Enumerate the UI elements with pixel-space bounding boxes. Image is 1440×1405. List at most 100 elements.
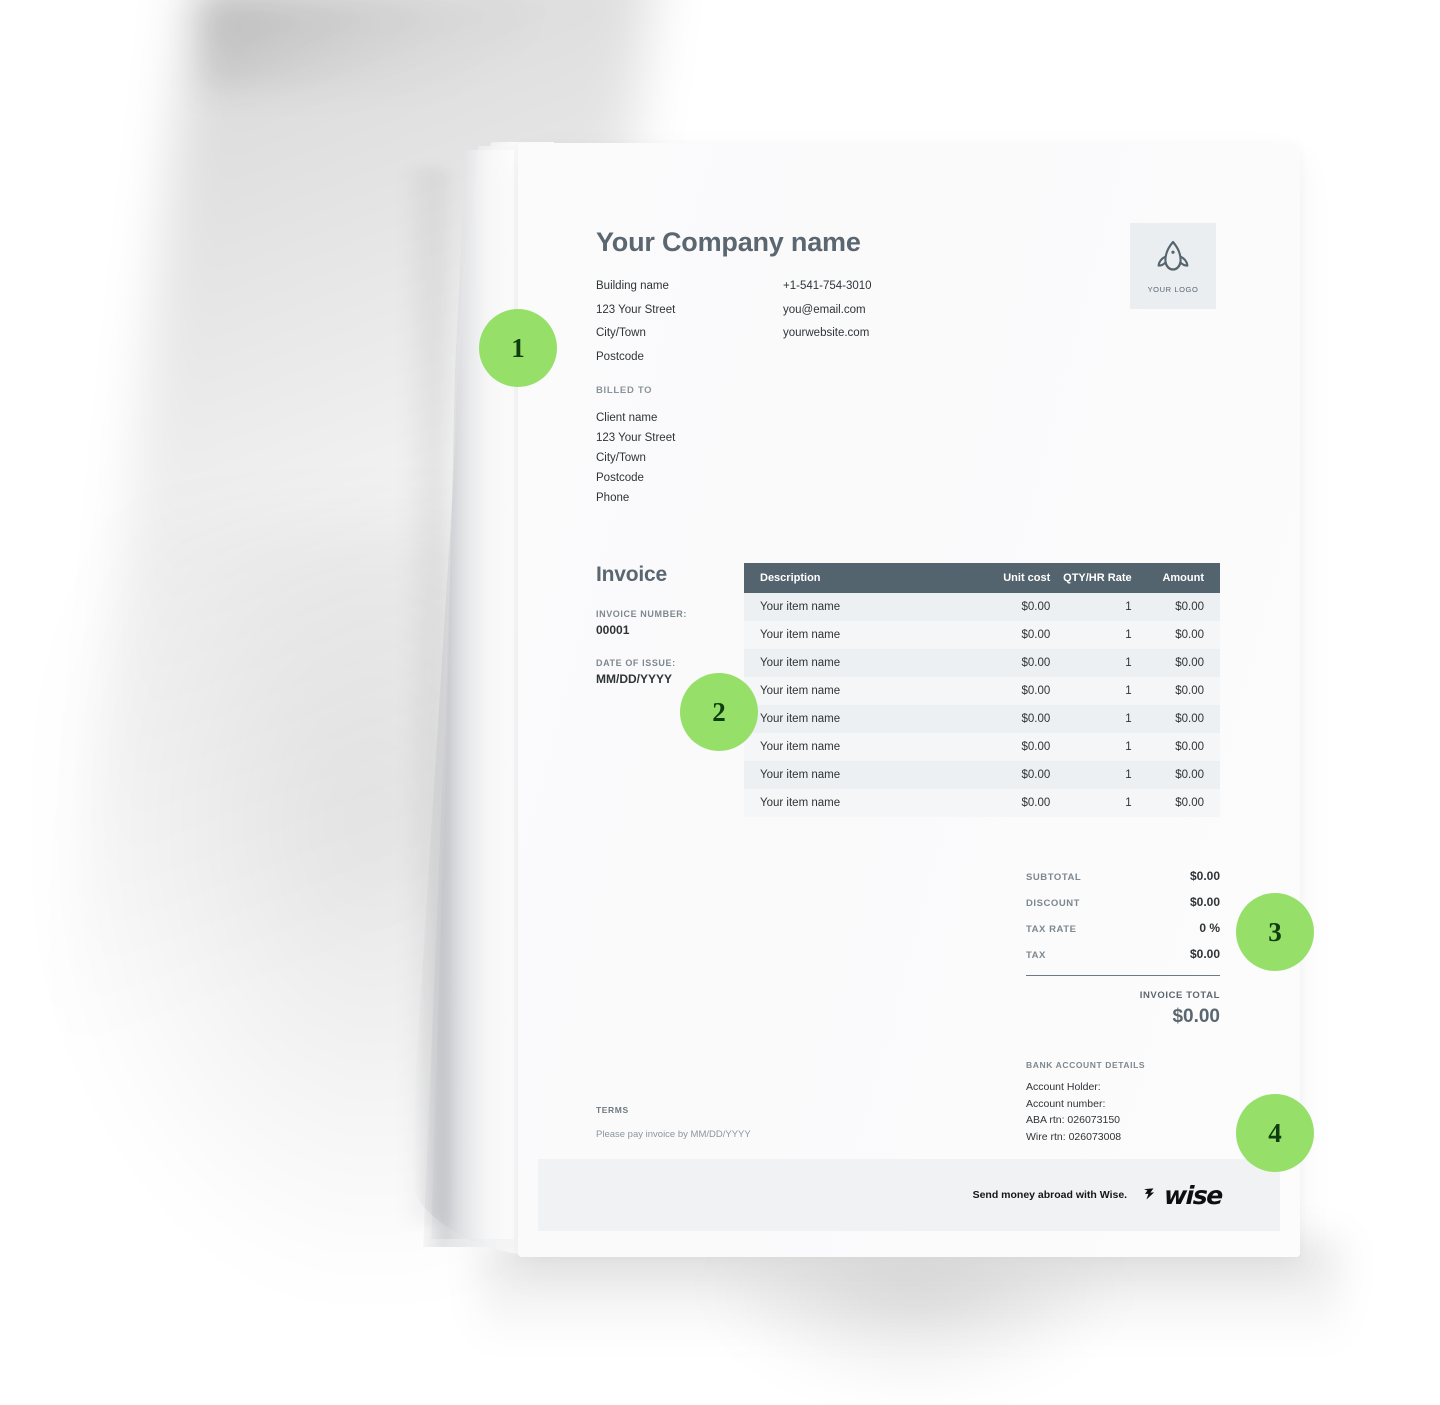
billed-to-label: BILLED TO bbox=[596, 385, 653, 396]
invoice-number-block: INVOICE NUMBER: 00001 bbox=[596, 609, 687, 637]
cell-amount: $0.00 bbox=[1175, 601, 1204, 613]
company-address-line: Postcode bbox=[596, 350, 644, 363]
callout-marker-2[interactable]: 2 bbox=[680, 673, 758, 751]
date-of-issue-value: MM/DD/YYYY bbox=[596, 672, 673, 686]
discount-value: $0.00 bbox=[1189, 895, 1220, 909]
callout-marker-4[interactable]: 4 bbox=[1236, 1094, 1314, 1172]
table-header-row: Description Unit cost QTY/HR Rate Amount bbox=[744, 563, 1220, 593]
cell-amount: $0.00 bbox=[1175, 769, 1204, 781]
rocket-icon bbox=[1154, 239, 1192, 279]
client-phone: Phone bbox=[596, 492, 630, 504]
company-name: Your Company name bbox=[596, 227, 861, 257]
client-city: City/Town bbox=[596, 452, 646, 464]
company-contact-column: +1-541-754-3010 you@email.com yourwebsit… bbox=[783, 275, 872, 346]
tax-rate-label: TAX RATE bbox=[1026, 924, 1077, 935]
cell-amount: $0.00 bbox=[1175, 657, 1204, 669]
wise-wordmark: wise bbox=[1163, 1180, 1223, 1210]
cell-unit-cost: $0.00 bbox=[1021, 601, 1051, 613]
table-row: Your item name $0.00 1 $0.00 bbox=[744, 761, 1220, 789]
bank-wire-routing: Wire rtn: 026073008 bbox=[1026, 1130, 1122, 1143]
table-row: Your item name $0.00 1 $0.00 bbox=[744, 593, 1220, 621]
cell-qty: 1 bbox=[1125, 685, 1132, 697]
background-shadow-bottom bbox=[480, 1240, 1340, 1370]
tax-value: $0.00 bbox=[1189, 947, 1220, 961]
date-of-issue-block: DATE OF ISSUE: MM/DD/YYYY bbox=[596, 658, 676, 686]
client-street: 123 Your Street bbox=[596, 432, 676, 444]
cell-unit-cost: $0.00 bbox=[1021, 657, 1051, 669]
cell-description: Your item name bbox=[760, 713, 841, 725]
cell-qty: 1 bbox=[1125, 713, 1132, 725]
tax-rate-value: 0 % bbox=[1199, 921, 1220, 935]
table-row: Your item name $0.00 1 $0.00 bbox=[744, 649, 1220, 677]
terms-section: TERMS Please pay invoice by MM/DD/YYYY bbox=[596, 1105, 751, 1140]
bank-details-label: BANK ACCOUNT DETAILS bbox=[1026, 1060, 1146, 1070]
cell-description: Your item name bbox=[760, 685, 841, 697]
client-postcode: Postcode bbox=[596, 472, 644, 484]
table-row: Your item name $0.00 1 $0.00 bbox=[744, 705, 1220, 733]
column-header-qty: QTY/HR Rate bbox=[1050, 563, 1132, 593]
invoice-heading: Invoice bbox=[596, 563, 667, 586]
wise-logo: wise bbox=[1141, 1180, 1223, 1210]
totals-divider bbox=[1026, 975, 1220, 976]
cell-unit-cost: $0.00 bbox=[1021, 713, 1051, 725]
logo-caption: YOUR LOGO bbox=[1147, 284, 1199, 294]
date-of-issue-label: DATE OF ISSUE: bbox=[596, 658, 676, 668]
table-row: Your item name $0.00 1 $0.00 bbox=[744, 789, 1220, 817]
invoice-number-label: INVOICE NUMBER: bbox=[596, 609, 688, 619]
cell-description: Your item name bbox=[760, 797, 841, 809]
table-row: Your item name $0.00 1 $0.00 bbox=[744, 677, 1220, 705]
terms-label: TERMS bbox=[596, 1105, 629, 1115]
cell-unit-cost: $0.00 bbox=[1021, 769, 1051, 781]
footer-text: Send money abroad with Wise. bbox=[972, 1189, 1128, 1201]
cell-unit-cost: $0.00 bbox=[1021, 741, 1051, 753]
footer-band: Send money abroad with Wise. wise bbox=[538, 1159, 1280, 1231]
terms-text: Please pay invoice by MM/DD/YYYY bbox=[596, 1129, 751, 1140]
cell-amount: $0.00 bbox=[1175, 629, 1204, 641]
logo-placeholder[interactable]: YOUR LOGO bbox=[1130, 223, 1216, 309]
callout-marker-3[interactable]: 3 bbox=[1236, 893, 1314, 971]
cell-qty: 1 bbox=[1125, 657, 1132, 669]
background-shadow-bottom-center bbox=[700, 1270, 1130, 1400]
column-header-description: Description bbox=[744, 563, 962, 593]
discount-label: DISCOUNT bbox=[1026, 898, 1081, 909]
company-address-column: Building name 123 Your Street City/Town … bbox=[596, 275, 675, 369]
cell-description: Your item name bbox=[760, 601, 841, 613]
table-row: Your item name $0.00 1 $0.00 bbox=[744, 621, 1220, 649]
cell-description: Your item name bbox=[760, 769, 841, 781]
totals-row-tax-rate: TAX RATE 0 % bbox=[1026, 921, 1220, 935]
cell-amount: $0.00 bbox=[1175, 685, 1204, 697]
background-shadow-lower-left bbox=[60, 520, 580, 1280]
totals-row-tax: TAX $0.00 bbox=[1026, 947, 1220, 961]
bank-account-holder: Account Holder: bbox=[1026, 1081, 1101, 1093]
table-body: Your item name $0.00 1 $0.00 Your item n… bbox=[744, 593, 1220, 817]
totals-row-subtotal: SUBTOTAL $0.00 bbox=[1026, 869, 1220, 883]
cell-description: Your item name bbox=[760, 657, 841, 669]
cell-amount: $0.00 bbox=[1175, 797, 1204, 809]
subtotal-value: $0.00 bbox=[1189, 869, 1220, 883]
line-items-table: Description Unit cost QTY/HR Rate Amount… bbox=[744, 563, 1220, 817]
company-phone: +1-541-754-3010 bbox=[783, 280, 872, 292]
cell-qty: 1 bbox=[1125, 741, 1132, 753]
cell-unit-cost: $0.00 bbox=[1021, 629, 1051, 641]
cell-unit-cost: $0.00 bbox=[1021, 685, 1051, 697]
cell-amount: $0.00 bbox=[1175, 741, 1204, 753]
bank-account-number: Account number: bbox=[1026, 1097, 1106, 1110]
invoice-total-label: INVOICE TOTAL bbox=[1139, 990, 1220, 1001]
company-address-line: City/Town bbox=[596, 327, 646, 339]
company-address-line: Building name bbox=[596, 280, 669, 292]
totals-section: SUBTOTAL $0.00 DISCOUNT $0.00 TAX RATE 0… bbox=[1026, 869, 1220, 1028]
callout-marker-1[interactable]: 1 bbox=[479, 309, 557, 387]
company-address-line: 123 Your Street bbox=[596, 303, 676, 316]
bank-aba-routing: ABA rtn: 026073150 bbox=[1026, 1114, 1120, 1126]
invoice-document: Your Company name Building name 123 Your… bbox=[518, 143, 1300, 1257]
cell-amount: $0.00 bbox=[1175, 713, 1204, 725]
wise-arrow-icon bbox=[1141, 1183, 1161, 1208]
company-website: yourwebsite.com bbox=[783, 327, 870, 339]
billed-to-block: Client name 123 Your Street City/Town Po… bbox=[596, 408, 675, 508]
cell-unit-cost: $0.00 bbox=[1021, 797, 1051, 809]
totals-row-discount: DISCOUNT $0.00 bbox=[1026, 895, 1220, 909]
column-header-amount: Amount bbox=[1131, 563, 1220, 593]
column-header-unit-cost: Unit cost bbox=[961, 563, 1051, 593]
bank-account-details: BANK ACCOUNT DETAILS Account Holder: Acc… bbox=[1026, 1060, 1145, 1145]
table-row: Your item name $0.00 1 $0.00 bbox=[744, 733, 1220, 761]
